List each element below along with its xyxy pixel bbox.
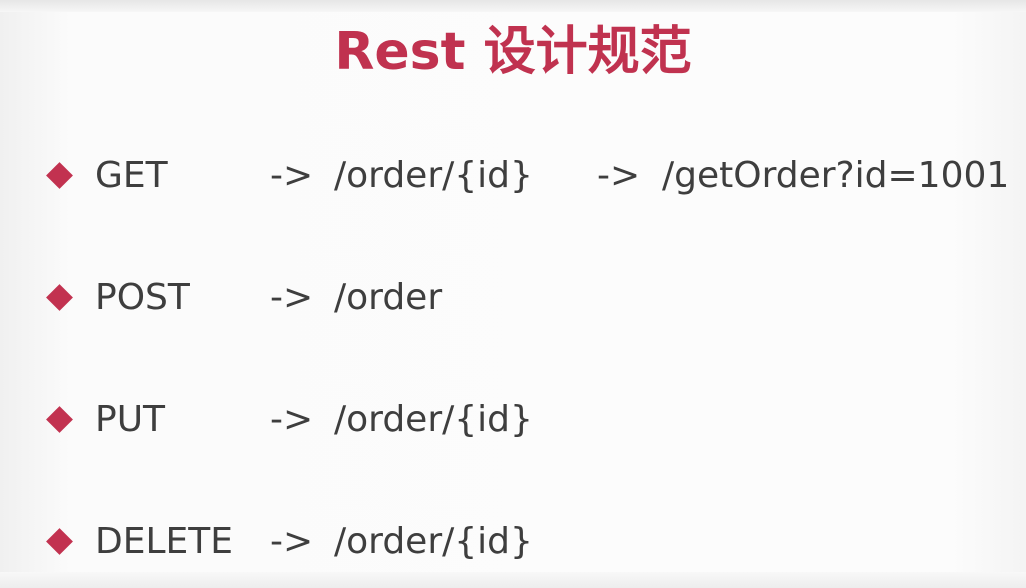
diamond-bullet-icon	[46, 406, 73, 433]
rest-path-label: /order	[334, 277, 443, 318]
diamond-bullet-icon	[46, 162, 73, 189]
http-method-label: GET	[95, 155, 168, 196]
http-method-label: PUT	[95, 399, 166, 440]
http-method-label: POST	[95, 277, 190, 318]
arrow-label: ->	[270, 155, 314, 196]
rest-path-label: /order/{id}	[334, 399, 533, 440]
arrow-label: ->	[270, 399, 314, 440]
alt-arrow-label: ->	[597, 155, 641, 196]
slide-title: Rest 设计规范	[334, 22, 692, 82]
diamond-bullet-icon	[46, 284, 73, 311]
arrow-label: ->	[270, 277, 314, 318]
diamond-bullet-icon	[46, 528, 73, 555]
http-method-label: DELETE	[95, 521, 234, 562]
rest-path-label: /order/{id}	[334, 155, 533, 196]
arrow-label: ->	[270, 521, 314, 562]
top-strip	[0, 0, 1026, 12]
list-item-post: POST -> /order	[0, 277, 1026, 325]
rest-path-label: /order/{id}	[334, 521, 533, 562]
list-item-put: PUT -> /order/{id}	[0, 399, 1026, 447]
list-item-get: GET -> /order/{id} -> /getOrder?id=1001	[0, 155, 1026, 203]
bottom-strip	[0, 572, 1026, 588]
legacy-path-label: /getOrder?id=1001	[662, 155, 1010, 196]
list-item-delete: DELETE -> /order/{id}	[0, 521, 1026, 569]
